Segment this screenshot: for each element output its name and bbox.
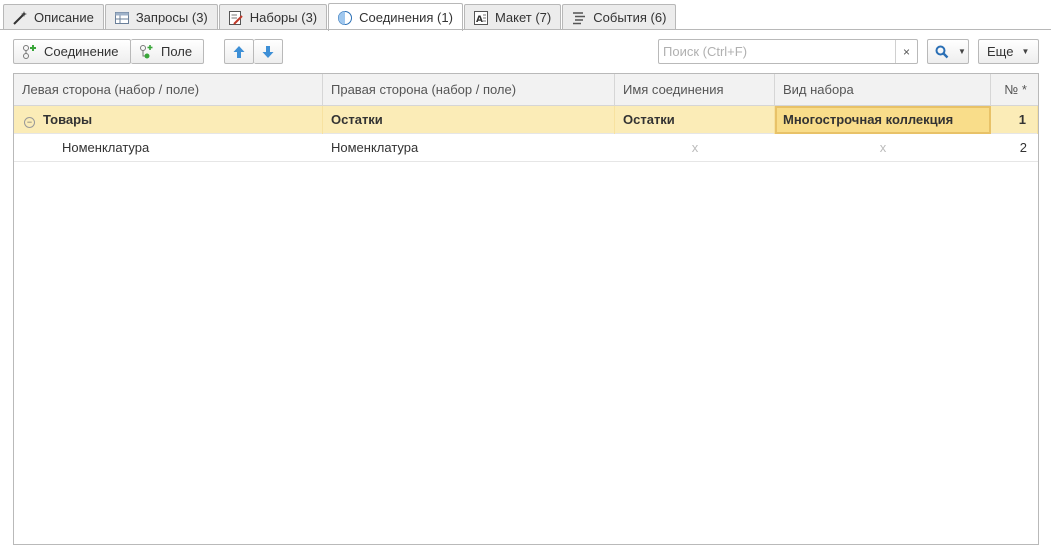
table-row[interactable]: − Товары Остатки Остатки Многострочная ко… xyxy=(14,106,1038,134)
column-header-left-side[interactable]: Левая сторона (набор / поле) xyxy=(14,74,323,106)
tab-label: Наборы (3) xyxy=(249,10,318,25)
more-button[interactable]: Еще ▼ xyxy=(978,39,1039,64)
arrow-up-icon xyxy=(231,44,247,60)
arrow-down-icon xyxy=(260,44,276,60)
tab-datasets[interactable]: Наборы (3) xyxy=(218,4,328,30)
tab-connections[interactable]: Соединения (1) xyxy=(328,3,463,31)
chevron-down-icon: ▼ xyxy=(958,47,966,56)
cell-connection-name[interactable]: Остатки xyxy=(615,106,775,134)
tab-label: Описание xyxy=(34,10,94,25)
cell-left-text: Товары xyxy=(43,112,93,127)
column-header-number[interactable]: № * xyxy=(991,74,1038,106)
cell-connection-name[interactable]: x xyxy=(615,134,775,162)
table-row[interactable]: Номенклатура Номенклатура x x 2 xyxy=(14,134,1038,162)
connections-table: Левая сторона (набор / поле) Правая стор… xyxy=(13,73,1039,545)
move-buttons-group xyxy=(224,39,283,64)
move-down-button[interactable] xyxy=(254,39,283,64)
events-list-icon xyxy=(571,10,587,26)
tab-layout[interactable]: A Макет (7) xyxy=(463,4,562,30)
search-options-button[interactable]: ▼ xyxy=(927,39,969,64)
column-header-dataset-kind[interactable]: Вид набора xyxy=(775,74,991,106)
collapse-icon[interactable]: − xyxy=(24,117,35,128)
tab-label: Макет (7) xyxy=(494,10,552,25)
dataset-edit-icon xyxy=(228,10,244,26)
magic-wand-icon xyxy=(12,10,28,26)
add-field-button[interactable]: Поле xyxy=(131,39,204,64)
add-connection-label: Соединение xyxy=(44,44,119,59)
clear-icon: × xyxy=(902,44,910,59)
tab-label: События (6) xyxy=(593,10,667,25)
more-label: Еще xyxy=(987,44,1014,59)
cell-number[interactable]: 1 xyxy=(991,106,1038,134)
search-box: × xyxy=(658,39,918,64)
cell-number[interactable]: 2 xyxy=(991,134,1038,162)
tab-bar: Описание Запросы (3) Наборы (3) Соединен… xyxy=(3,2,677,31)
add-field-label: Поле xyxy=(161,44,193,59)
search-clear-button[interactable]: × xyxy=(895,40,917,63)
chevron-down-icon: ▼ xyxy=(1021,47,1030,56)
cell-dataset-kind[interactable]: x xyxy=(775,134,991,162)
add-connection-button[interactable]: Соединение xyxy=(13,39,131,64)
cell-left-side[interactable]: Номенклатура xyxy=(14,134,323,162)
tab-label: Соединения (1) xyxy=(359,10,453,25)
tab-description[interactable]: Описание xyxy=(3,4,104,30)
add-field-icon xyxy=(139,44,155,60)
tab-label: Запросы (3) xyxy=(135,10,208,25)
add-buttons-group: Соединение Поле xyxy=(13,39,204,64)
column-header-right-side[interactable]: Правая сторона (набор / поле) xyxy=(323,74,615,106)
cell-dataset-kind[interactable]: Многострочная коллекция xyxy=(775,106,991,134)
search-icon xyxy=(934,44,950,60)
tab-events[interactable]: События (6) xyxy=(562,4,677,30)
move-up-button[interactable] xyxy=(224,39,254,64)
column-header-connection-name[interactable]: Имя соединения xyxy=(615,74,775,106)
svg-text:A: A xyxy=(476,15,483,25)
table-header: Левая сторона (набор / поле) Правая стор… xyxy=(14,74,1038,106)
cell-right-side[interactable]: Номенклатура xyxy=(323,134,615,162)
tab-divider xyxy=(0,29,1051,30)
half-circle-icon xyxy=(337,10,353,26)
cell-right-side[interactable]: Остатки xyxy=(323,106,615,134)
search-input[interactable] xyxy=(659,40,895,63)
add-connection-icon xyxy=(22,44,38,60)
table-query-icon xyxy=(114,10,130,26)
tab-queries[interactable]: Запросы (3) xyxy=(104,4,218,30)
layout-icon: A xyxy=(473,10,489,26)
cell-left-side[interactable]: − Товары xyxy=(14,106,323,134)
